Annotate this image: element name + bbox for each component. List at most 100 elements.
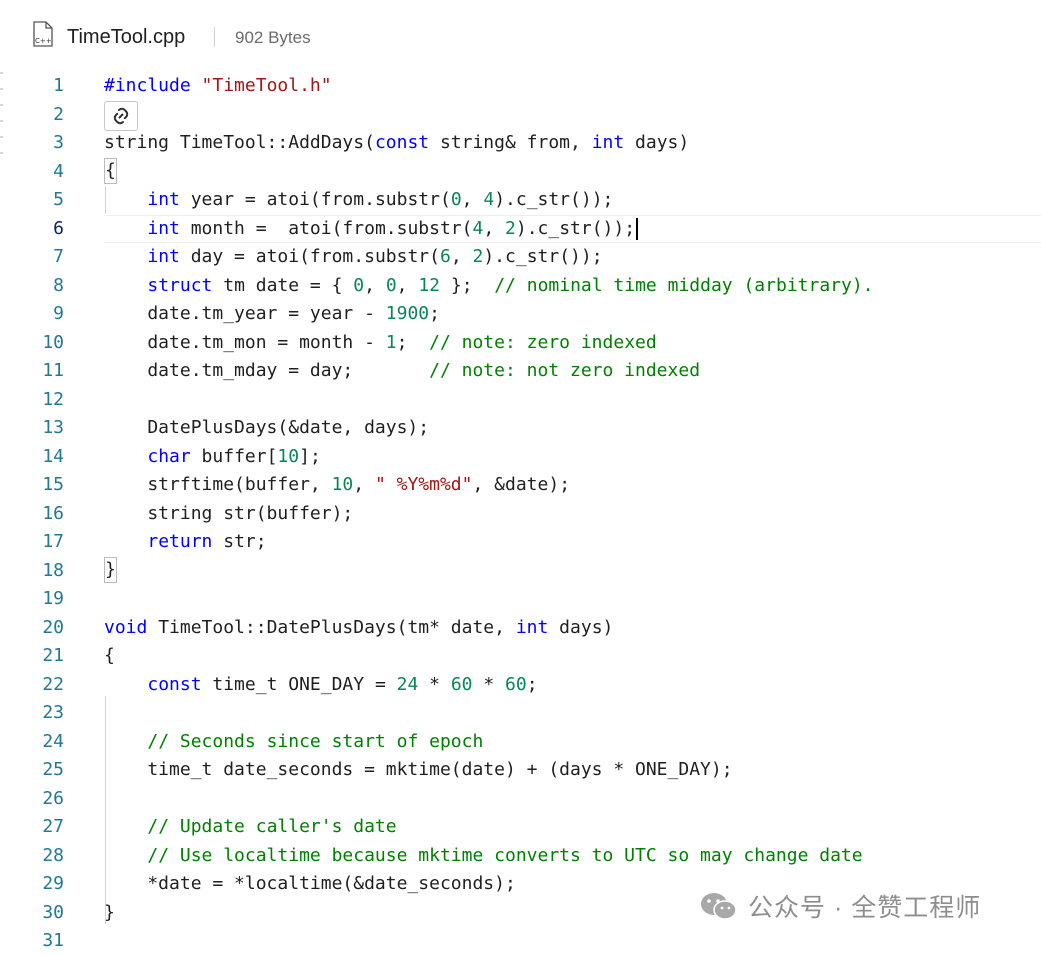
code-line[interactable]: 23 [0,699,1041,728]
code-line[interactable]: 31 [0,927,1041,956]
code-text: date.tm_mon = month - 1; // note: zero i… [104,329,657,358]
watermark: 公众号 · 全赞工程师 [700,889,981,923]
token-text: , [483,217,506,239]
code-text: struct tm date = { 0, 0, 12 }; // nomina… [104,272,873,301]
code-line[interactable]: 21 { [0,642,1041,671]
copilot-link-button[interactable] [104,100,138,131]
line-number: 31 [42,930,64,951]
code-line[interactable]: 16 string str(buffer); [0,500,1041,529]
code-line[interactable]: 12 [0,386,1041,415]
code-line[interactable]: 26 [0,785,1041,814]
line-number: 4 [53,160,64,182]
token-num: 10 [277,445,300,467]
token-kw: struct [147,274,213,296]
token-num: 1900 [385,303,430,324]
line-number: 3 [53,132,64,153]
token-text: buffer[ [190,445,278,467]
token-text: ; [396,331,430,353]
code-line[interactable]: 10 date.tm_mon = month - 1; // note: zer… [0,329,1041,358]
code-line[interactable]: 5 int year = atoi(from.substr(0, 4).c_st… [0,186,1041,215]
code-line[interactable]: 13 DatePlusDays(&date, days); [0,414,1041,443]
watermark-text: 公众号 · 全赞工程师 [748,894,982,922]
token-num: 2 [505,217,516,239]
code-text: void TimeTool::DatePlusDays(tm* date, in… [104,614,613,643]
line-number: 19 [42,588,64,609]
code-line[interactable]: 7 int day = atoi(from.substr(6, 2).c_str… [0,243,1041,272]
code-line[interactable]: 9 date.tm_year = year - 1900; [0,300,1041,329]
code-text: *date = *localtime(&date_seconds); [104,870,515,899]
line-number: 21 [42,645,64,666]
token-kw: const [147,673,202,695]
token-text: date.tm_year = year - [104,303,386,324]
line-number: 25 [42,759,64,780]
code-line[interactable]: 28 // Use localtime because mktime conve… [0,842,1041,871]
token-num: 24 [396,673,419,695]
code-line[interactable]: 4{ [0,157,1041,187]
token-text: strftime(buffer, [104,474,332,495]
token-text: ; [429,303,440,324]
token-num: 0 [450,189,462,210]
token-text: , [353,474,375,495]
line-number: 7 [53,246,64,267]
token-text: }; [440,274,495,296]
code-line[interactable]: 22 const time_t ONE_DAY = 24 * 60 * 60; [0,671,1041,700]
code-line[interactable]: 6 int month = atoi(from.substr(4, 2).c_s… [0,214,1041,244]
token-num: 4 [472,217,484,239]
code-line[interactable]: 18} [0,556,1041,586]
code-text: #include "TimeTool.h" [104,72,332,101]
code-text: { [104,642,115,671]
wechat-icon [701,893,737,920]
code-line[interactable]: 17 return str; [0,528,1041,557]
code-text: int day = atoi(from.substr(6, 2).c_str()… [104,243,602,272]
code-line[interactable]: 1 #include "TimeTool.h" [0,72,1041,101]
token-text: ; [526,673,538,695]
line-number: 10 [42,331,64,353]
token-text: ]; [299,445,321,467]
token-str: " %Y%m%d" [374,474,473,495]
token-cm: // note: zero indexed [429,331,657,353]
code-line[interactable]: 2 [0,100,1041,131]
code-line[interactable]: 15 strftime(buffer, 10, " %Y%m%d", &date… [0,471,1041,500]
code-line[interactable]: 25 time_t date_seconds = mktime(date) + … [0,756,1041,785]
code-line[interactable]: 24 // Seconds since start of epoch [0,728,1041,757]
token-pp: #include [104,75,191,96]
code-text: int year = atoi(from.substr(0, 4).c_str(… [104,186,613,215]
code-line[interactable]: 3 string TimeTool::AddDays(const string& … [0,129,1041,158]
code-line[interactable]: 11 date.tm_mday = day; // note: not zero… [0,357,1041,386]
code-line[interactable]: 14 char buffer[10]; [0,443,1041,472]
token-kw: int [591,132,625,153]
file-header: C++ TimeTool.cpp 902 Bytes [0,0,1041,72]
token-text: { [104,645,115,666]
code-editor[interactable]: 1 #include "TimeTool.h" 2 3 string TimeTool:… [0,72,1041,956]
code-line[interactable]: 27 // Update caller's date [0,813,1041,842]
token-text: string TimeTool::AddDays( [104,132,375,153]
line-number: 24 [42,730,64,752]
token-num: 60 [450,673,473,695]
token-str: "TimeTool.h" [201,75,332,96]
token-text: * [418,673,451,695]
code-text: strftime(buffer, 10, " %Y%m%d", &date); [104,471,570,500]
token-text: ).c_str()); [515,217,636,239]
token-kw: const [374,132,430,153]
line-number: 20 [42,616,64,638]
token-kw: int [147,217,180,239]
code-line[interactable]: 19 [0,585,1041,614]
code-text: string str(buffer); [104,500,353,529]
line-number: 29 [42,873,64,894]
token-kw: int [515,616,549,638]
code-line[interactable]: 8 struct tm date = { 0, 0, 12 }; // nomi… [0,272,1041,301]
code-line[interactable]: 20 void TimeTool::DatePlusDays(tm* date, … [0,614,1041,643]
token-text: date.tm_mday = day; [104,360,430,381]
token-kw: char [147,445,191,467]
line-number: 5 [53,189,64,210]
token-text: date.tm_mon = month - [104,331,386,353]
code-text: } [104,556,117,586]
code-text: { [104,157,117,187]
line-number: 30 [42,901,64,923]
